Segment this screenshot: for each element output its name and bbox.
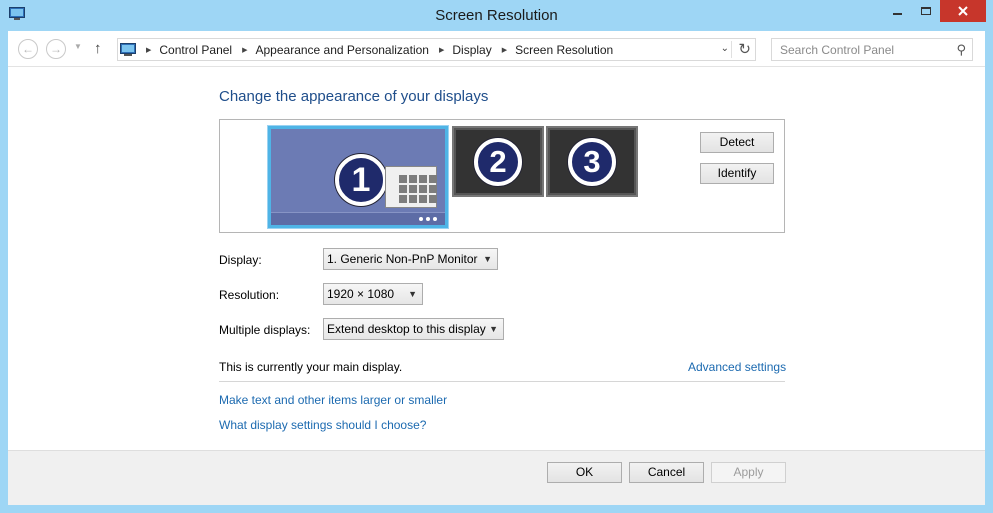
recent-locations-button[interactable]: ▼ [74,42,82,51]
dots-icon [419,217,437,221]
maximize-icon [921,7,931,15]
address-divider [731,41,732,58]
screen-resolution-window: Screen Resolution ← → ▼ ↑ ▶ Control Pane… [0,0,993,513]
multiple-displays-value: Extend desktop to this display [327,322,486,336]
client-area: ← → ▼ ↑ ▶ Control Panel ▶ Appearance and… [8,31,985,505]
address-dropdown-icon[interactable]: ⌄ [721,43,729,54]
search-input[interactable]: Search Control Panel ⚲ [771,38,973,61]
breadcrumb-appearance[interactable]: Appearance and Personalization [256,43,429,57]
monitor-2-number: 2 [474,137,522,186]
page-title: Change the appearance of your displays [219,88,489,105]
close-icon [958,6,968,16]
breadcrumb-separator-icon[interactable]: ▶ [146,46,151,54]
multiple-displays-select[interactable]: Extend desktop to this display ▼ [323,318,504,340]
chevron-down-icon: ▼ [483,254,492,264]
monitor-3[interactable]: 3 [546,126,638,197]
main-display-status: This is currently your main display. [219,360,403,374]
address-bar[interactable]: ▶ Control Panel ▶ Appearance and Persona… [117,38,756,61]
multiple-displays-label: Multiple displays: [219,323,311,337]
cancel-button[interactable]: Cancel [629,462,704,483]
desktop-window-icon [385,166,437,208]
forward-button[interactable]: → [46,39,66,59]
forward-arrow-icon: → [50,42,62,56]
breadcrumb-separator-icon[interactable]: ▶ [502,46,507,54]
refresh-icon[interactable]: ↻ [738,40,751,58]
minimize-button[interactable] [883,0,911,22]
back-button[interactable]: ← [18,39,38,59]
breadcrumb-control-panel[interactable]: Control Panel [159,43,232,57]
display-help-link[interactable]: What display settings should I choose? [219,418,426,432]
search-icon[interactable]: ⚲ [956,42,966,58]
ok-button[interactable]: OK [547,462,622,483]
navigation-bar: ← → ▼ ↑ ▶ Control Panel ▶ Appearance and… [8,31,985,67]
chevron-down-icon: ▼ [74,42,82,51]
detect-button[interactable]: Detect [700,132,774,153]
chevron-down-icon: ▼ [489,324,498,334]
resolution-select-value: 1920 × 1080 [327,287,395,301]
display-label: Display: [219,253,262,267]
monitor-arrangement-panel: 1 2 3 Detect Identify [219,119,785,233]
window-title: Screen Resolution [435,7,558,24]
monitor-2[interactable]: 2 [452,126,544,197]
monitor-3-number: 3 [568,137,616,186]
breadcrumb-screen-resolution[interactable]: Screen Resolution [515,43,613,57]
section-divider [219,381,785,382]
resolution-select[interactable]: 1920 × 1080 ▼ [323,283,423,305]
maximize-button[interactable] [912,0,940,22]
breadcrumb-separator-icon[interactable]: ▶ [242,46,247,54]
monitor-1-number: 1 [335,154,387,206]
breadcrumb-separator-icon[interactable]: ▶ [439,46,444,54]
identify-button[interactable]: Identify [700,163,774,184]
up-button[interactable]: ↑ [94,40,102,57]
advanced-settings-link[interactable]: Advanced settings [688,360,786,374]
close-button[interactable] [940,0,986,22]
search-placeholder: Search Control Panel [780,43,895,57]
breadcrumb-display[interactable]: Display [452,43,491,57]
display-select-value: 1. Generic Non-PnP Monitor [327,252,478,266]
apply-button[interactable]: Apply [711,462,786,483]
back-arrow-icon: ← [22,42,34,56]
resolution-label: Resolution: [219,288,280,302]
control-panel-icon [120,42,136,56]
minimize-icon [892,12,902,15]
up-arrow-icon: ↑ [94,40,102,57]
title-bar[interactable]: Screen Resolution [0,0,993,32]
display-select[interactable]: 1. Generic Non-PnP Monitor ▼ [323,248,498,270]
text-size-link[interactable]: Make text and other items larger or smal… [219,393,447,407]
taskbar-graphic [271,212,445,225]
monitor-number-badge: 1 [335,154,387,206]
chevron-down-icon: ▼ [408,289,417,299]
monitor-1[interactable]: 1 [268,126,448,228]
dialog-footer: OK Cancel Apply [8,450,985,505]
